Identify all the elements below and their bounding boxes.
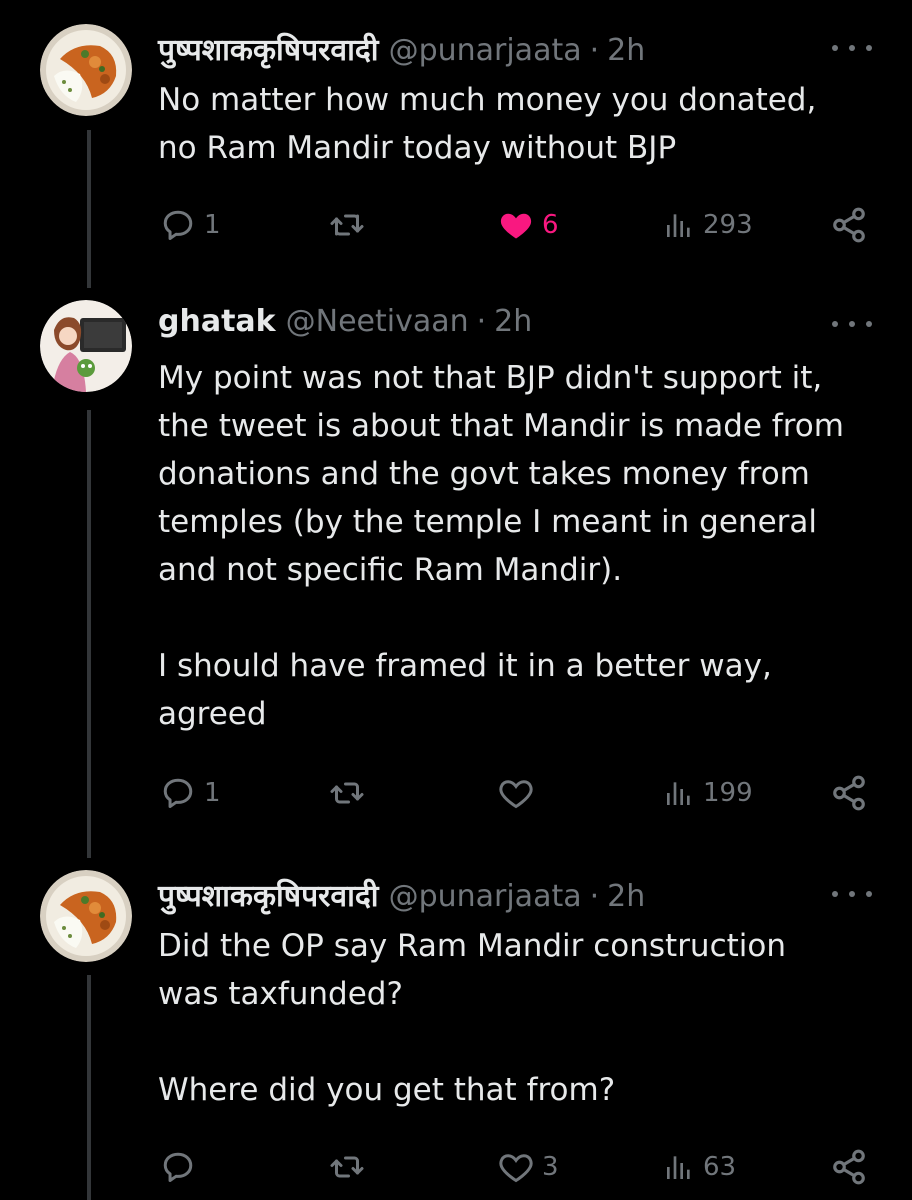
tweet-header: पुष्पशाककृषिपरवादी @punarjaata · 2h <box>158 28 645 68</box>
reply-button[interactable]: 1 <box>160 770 221 816</box>
reply-count: 1 <box>204 210 221 240</box>
retweet-button[interactable] <box>328 202 366 248</box>
tweet-text: My point was not that BJP didn't support… <box>158 360 844 732</box>
views-button[interactable]: 199 <box>663 770 753 816</box>
reply-count: 1 <box>204 778 221 808</box>
like-button[interactable] <box>498 770 534 816</box>
more-icon[interactable] <box>832 314 872 334</box>
timestamp[interactable]: 2h <box>607 33 645 68</box>
share-button[interactable] <box>830 1144 868 1190</box>
views-count: 293 <box>703 210 753 240</box>
reply-button[interactable] <box>160 1144 196 1190</box>
timestamp[interactable]: 2h <box>494 304 532 339</box>
reply-icon <box>163 1152 193 1182</box>
like-button[interactable]: 3 <box>498 1144 559 1190</box>
tweet-text: Did the OP say Ram Mandir construction w… <box>158 928 787 1108</box>
reply-icon <box>163 778 193 808</box>
views-icon <box>667 782 690 805</box>
heart-icon <box>499 780 533 809</box>
retweet-icon <box>330 1156 364 1178</box>
like-button[interactable]: 6 <box>498 202 559 248</box>
share-icon <box>833 207 865 243</box>
retweet-icon <box>330 214 364 236</box>
display-name[interactable]: ghatak <box>158 304 276 339</box>
tweet-actions: 3 63 <box>158 1144 874 1190</box>
tweet[interactable]: पुष्पशाककृषिपरवादी @punarjaata · 2h Did … <box>0 860 912 1200</box>
avatar[interactable] <box>40 24 132 116</box>
tweet[interactable]: पुष्पशाककृषिपरवादी @punarjaata · 2h No m… <box>0 0 912 290</box>
views-icon <box>667 1156 690 1179</box>
views-count: 199 <box>703 778 753 808</box>
tweet-header: पुष्पशाककृषिपरवादी @punarjaata · 2h <box>158 874 645 914</box>
like-count: 3 <box>542 1152 559 1182</box>
avatar[interactable] <box>40 300 132 392</box>
retweet-button[interactable] <box>328 770 366 816</box>
share-icon <box>833 1149 865 1185</box>
tweet[interactable]: ghatak @Neetivaan · 2h My point was not … <box>0 290 912 860</box>
separator-dot: · <box>476 304 487 339</box>
reply-button[interactable]: 1 <box>160 202 221 248</box>
retweet-icon <box>330 782 364 804</box>
tweet-actions: 1 199 <box>158 770 874 816</box>
separator-dot: · <box>589 33 600 68</box>
anime-avatar-image <box>40 300 132 392</box>
display-name[interactable]: पुष्पशाककृषिपरवादी <box>158 874 379 915</box>
separator-dot: · <box>589 879 600 914</box>
retweet-button[interactable] <box>328 1144 366 1190</box>
tweet-actions: 1 6 293 <box>158 202 874 248</box>
views-icon <box>667 214 690 237</box>
views-button[interactable]: 63 <box>663 1144 736 1190</box>
user-handle[interactable]: @punarjaata <box>389 879 582 914</box>
tweet-header: ghatak @Neetivaan · 2h <box>158 304 532 344</box>
share-button[interactable] <box>830 770 868 816</box>
share-icon <box>833 775 865 811</box>
views-count: 63 <box>703 1152 737 1182</box>
more-icon[interactable] <box>832 38 872 58</box>
like-count: 6 <box>542 210 559 240</box>
food-avatar-image <box>40 24 132 116</box>
food-avatar-image <box>40 870 132 962</box>
views-button[interactable]: 293 <box>663 202 753 248</box>
avatar[interactable] <box>40 870 132 962</box>
heart-icon <box>499 1154 533 1183</box>
more-icon[interactable] <box>832 884 872 904</box>
tweet-text: No matter how much money you donated, no… <box>158 82 817 166</box>
share-button[interactable] <box>830 202 868 248</box>
user-handle[interactable]: @punarjaata <box>389 33 582 68</box>
timestamp[interactable]: 2h <box>607 879 645 914</box>
user-handle[interactable]: @Neetivaan <box>286 304 469 339</box>
heart-icon <box>500 213 532 239</box>
reply-icon <box>163 210 193 240</box>
display-name[interactable]: पुष्पशाककृषिपरवादी <box>158 28 379 69</box>
